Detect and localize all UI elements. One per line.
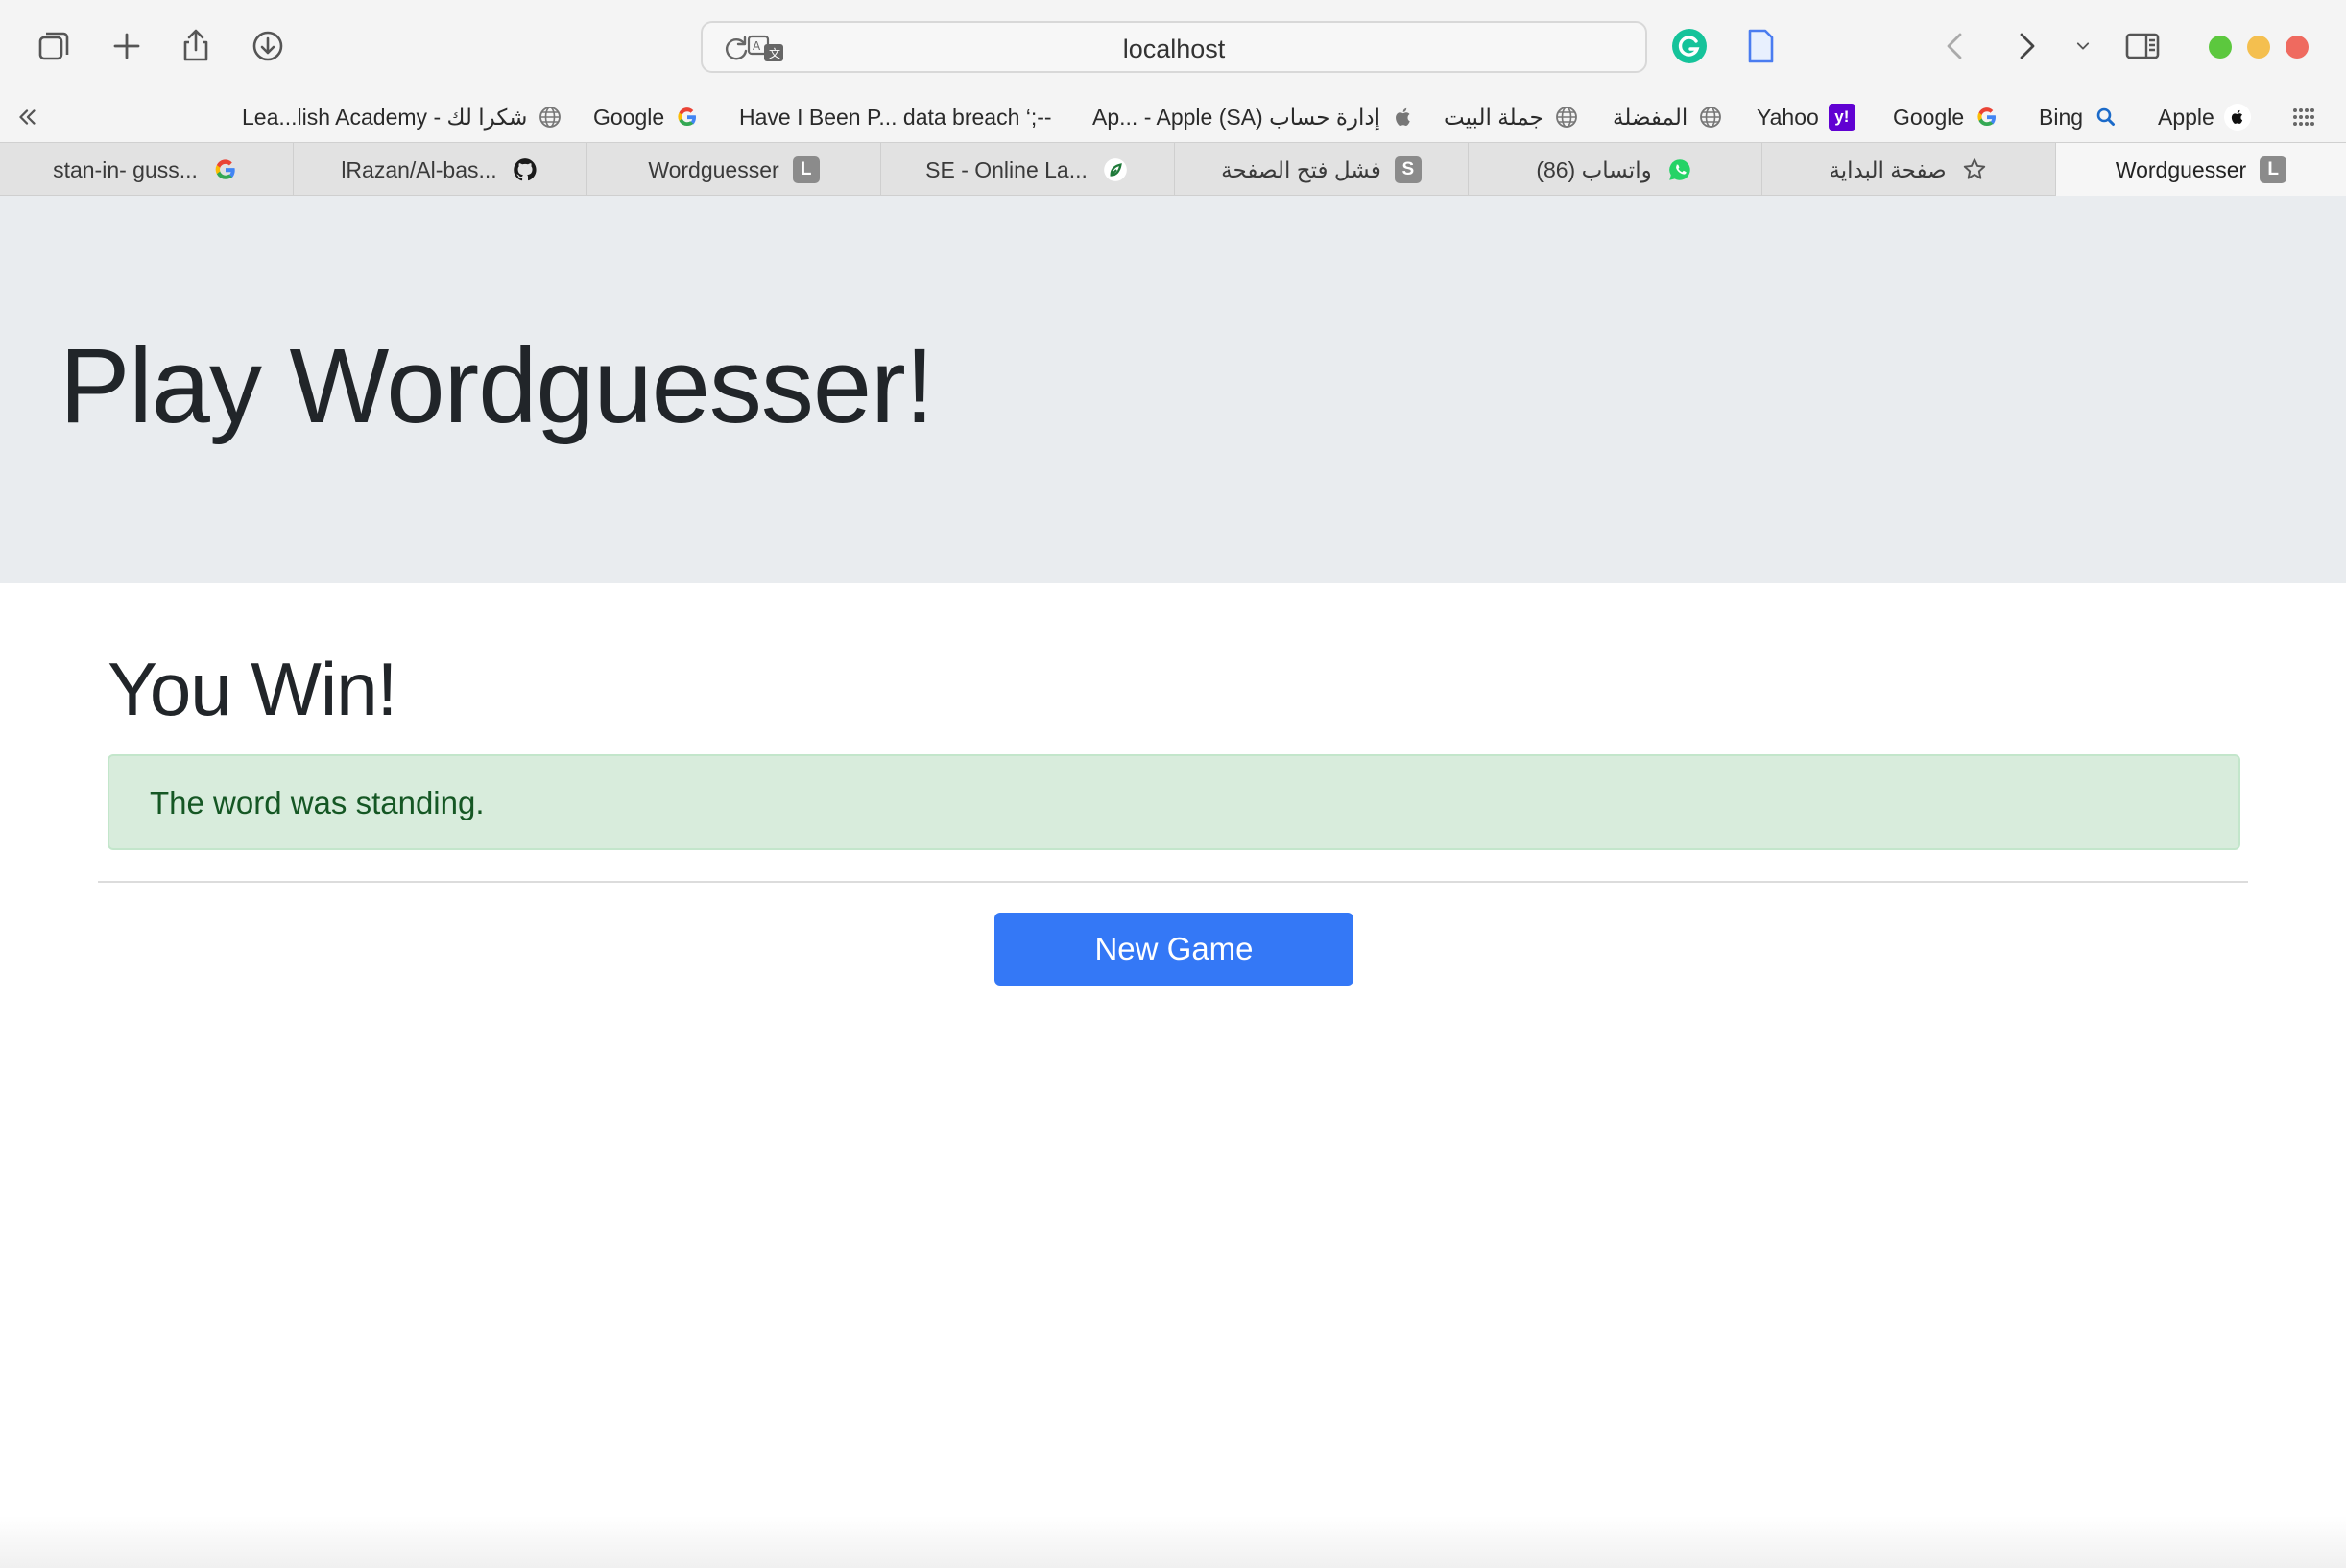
- tab-label: stan-in- guss...: [53, 156, 198, 182]
- globe-icon: [1553, 104, 1580, 131]
- bookmark-item[interactable]: Ap... - Apple (SA) إدارة حساب: [1092, 100, 1417, 134]
- letter-l-icon: L: [2260, 156, 2287, 183]
- tab-label: SE - Online La...: [925, 156, 1088, 182]
- tab-bar: stan-in- guss... lRazan/Al-bas... Wordgu…: [0, 142, 2346, 197]
- letter-l-icon: L: [792, 156, 820, 183]
- bookmark-item[interactable]: المفضلة: [1613, 100, 1724, 134]
- bookmark-label: Google: [1893, 104, 1965, 130]
- back-icon[interactable]: [1931, 21, 1981, 71]
- page-title: Play Wordguesser!: [60, 327, 934, 445]
- share-icon[interactable]: [171, 21, 221, 71]
- bookmark-label: جملة البيت: [1444, 104, 1544, 130]
- tab-start-page[interactable]: صفحة البداية: [1762, 143, 2056, 197]
- notes-extension-icon[interactable]: [1736, 21, 1785, 71]
- tab-overview-icon[interactable]: [29, 21, 79, 71]
- browser-toolbar: A文 localhost: [0, 0, 2346, 92]
- tab-wordguesser[interactable]: Wordguesser L: [587, 143, 881, 197]
- bookmark-item[interactable]: Yahoo y!: [1757, 100, 1855, 134]
- tab-label: Wordguesser: [2115, 156, 2247, 182]
- google-icon: [1974, 104, 2000, 131]
- downloads-icon[interactable]: [243, 21, 293, 71]
- bookmark-label: المفضلة: [1613, 104, 1688, 130]
- tab-github[interactable]: lRazan/Al-bas...: [294, 143, 587, 197]
- tab-label: فشل فتح الصفحة: [1221, 156, 1381, 182]
- tab-label: Wordguesser: [648, 156, 779, 182]
- forward-icon[interactable]: [2000, 21, 2050, 71]
- bookmark-label: Google: [593, 104, 665, 130]
- tab-whatsapp[interactable]: (86) واتساب: [1469, 143, 1762, 197]
- letter-s-icon: S: [1394, 156, 1422, 183]
- tab-label: lRazan/Al-bas...: [341, 156, 497, 182]
- success-alert: The word was standing.: [108, 754, 2240, 850]
- grid-icon[interactable]: [2290, 100, 2315, 134]
- tab-google[interactable]: stan-in- guss...: [0, 143, 294, 197]
- zoom-window-button[interactable]: [2209, 36, 2232, 59]
- leaf-icon: [1101, 155, 1130, 184]
- url-text: localhost: [1122, 35, 1226, 63]
- bookmark-label: Bing: [2039, 104, 2084, 130]
- grammarly-icon[interactable]: [1664, 21, 1714, 71]
- yahoo-icon: y!: [1828, 104, 1855, 131]
- globe-icon: [537, 104, 563, 131]
- result-message: The word was standing.: [150, 785, 485, 820]
- github-icon: [511, 155, 539, 184]
- bookmark-item[interactable]: Apple: [2158, 100, 2251, 134]
- jumbotron: Play Wordguesser!: [0, 196, 2346, 583]
- star-icon: [1960, 155, 1989, 184]
- tab-se-online[interactable]: SE - Online La...: [881, 143, 1175, 197]
- tab-wordguesser-active[interactable]: Wordguesser L: [2056, 143, 2346, 197]
- tab-label: (86) واتساب: [1536, 156, 1652, 182]
- minimize-window-button[interactable]: [2247, 36, 2270, 59]
- result-title: You Win!: [108, 647, 397, 731]
- google-icon: [211, 155, 240, 184]
- tab-page-failed[interactable]: فشل فتح الصفحة S: [1175, 143, 1469, 197]
- bookmark-item[interactable]: Have I Been P... data breach ‘;--: [739, 100, 1052, 134]
- tab-label: صفحة البداية: [1829, 156, 1947, 182]
- new-game-button[interactable]: New Game: [994, 913, 1353, 986]
- divider: [98, 881, 2248, 883]
- bookmark-item[interactable]: جملة البيت: [1444, 100, 1580, 134]
- sidebar-icon[interactable]: [2118, 21, 2167, 71]
- bookmark-label: Have I Been P... data breach ‘;--: [739, 104, 1052, 130]
- new-tab-icon[interactable]: [102, 21, 152, 71]
- close-window-button[interactable]: [2286, 36, 2309, 59]
- window-bottom-edge: [0, 1516, 2346, 1568]
- google-icon: [674, 104, 701, 131]
- apple-icon: [1390, 104, 1417, 131]
- whatsapp-icon: [1665, 155, 1694, 184]
- bookmark-label: Ap... - Apple (SA) إدارة حساب: [1092, 104, 1381, 130]
- bookmark-item[interactable]: Google: [593, 100, 701, 134]
- chevron-down-icon[interactable]: [2064, 21, 2102, 71]
- bookmark-label: Lea...lish Academy - شكرا لك: [242, 104, 528, 130]
- apple-icon: [2223, 104, 2251, 131]
- bing-icon: [2093, 104, 2119, 131]
- bookmark-label: Apple: [2158, 104, 2214, 130]
- bookmarks-bar: Lea...lish Academy - شكرا لك Google Have…: [0, 92, 2346, 142]
- address-bar[interactable]: A文 localhost: [701, 21, 1647, 73]
- collapse-bookmarks-icon[interactable]: [13, 100, 40, 134]
- bookmark-label: Yahoo: [1757, 104, 1819, 130]
- bookmark-item[interactable]: Lea...lish Academy - شكرا لك: [242, 100, 563, 134]
- bookmark-item[interactable]: Google: [1893, 100, 2000, 134]
- bookmark-item[interactable]: Bing: [2039, 100, 2119, 134]
- globe-icon: [1697, 104, 1724, 131]
